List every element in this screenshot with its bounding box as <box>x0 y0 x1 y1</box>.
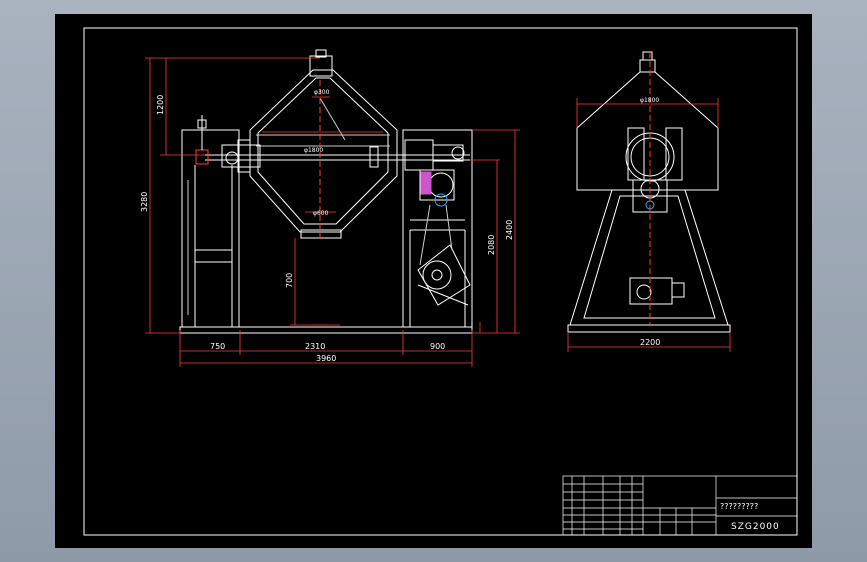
side-dia-vessel: φ1800 <box>640 97 659 104</box>
dim-height-2080: 2080 <box>487 235 496 255</box>
dim-side-2200: 2200 <box>640 338 660 347</box>
dim-center-2310: 2310 <box>305 342 325 351</box>
dia-bottom: φ600 <box>313 210 329 217</box>
dim-left-750: 750 <box>210 342 225 351</box>
dim-total-height-3280: 3280 <box>140 192 149 212</box>
dim-height-2400: 2400 <box>505 220 514 240</box>
dia-mid: φ1800 <box>304 147 323 154</box>
dim-shaft-height-700: 700 <box>285 273 294 288</box>
dim-top-1200: 1200 <box>156 95 165 115</box>
dia-top: φ300 <box>314 89 330 96</box>
drawing-number: SZG2000 <box>731 522 780 532</box>
project-title: ????????? <box>720 502 758 511</box>
drawing-sheet <box>55 14 812 548</box>
dim-right-900: 900 <box>430 342 445 351</box>
dim-overall-3960: 3960 <box>316 354 336 363</box>
cad-drawing: 750 2310 900 3960 3280 1200 2400 2080 70… <box>55 14 812 548</box>
